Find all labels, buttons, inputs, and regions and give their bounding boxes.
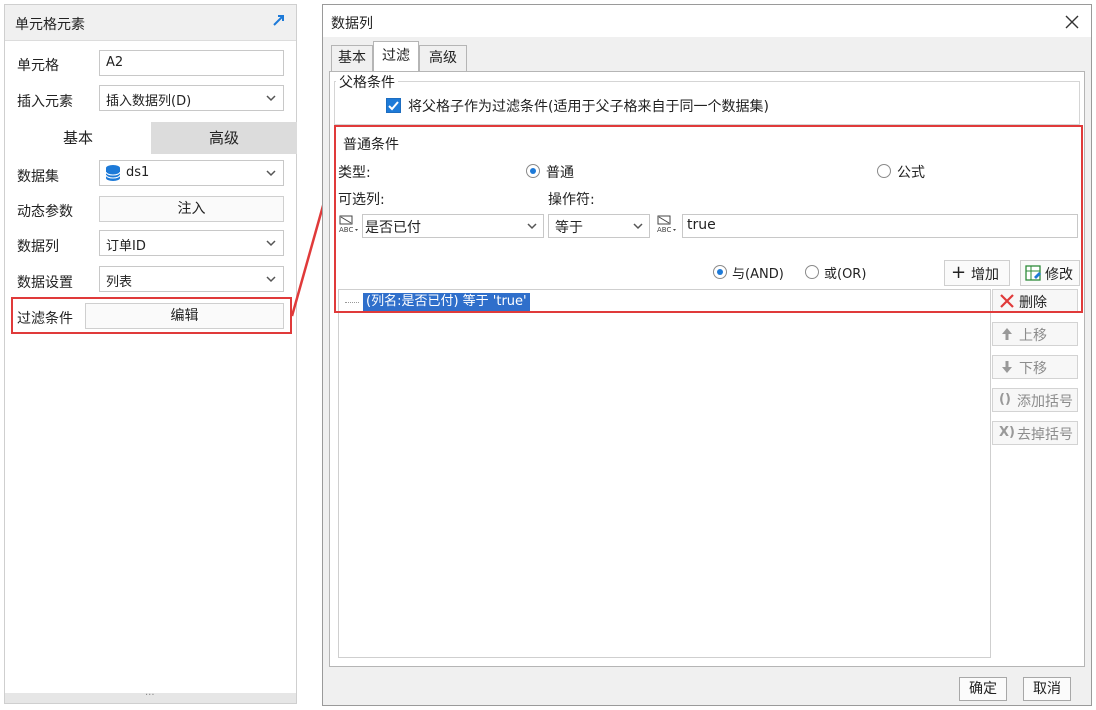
parent-condition-legend: 父格条件 xyxy=(336,72,398,92)
data-column-label: 数据列 xyxy=(17,239,59,255)
panel-tabs: 基本 高级 xyxy=(5,122,297,154)
dataset-select[interactable]: ds1 xyxy=(99,160,284,186)
tab-basic[interactable]: 基本 xyxy=(5,122,151,154)
cell-value: A2 xyxy=(106,55,124,70)
chevron-down-icon[interactable] xyxy=(260,232,282,254)
remove-bracket-icon: X) xyxy=(999,425,1015,440)
panel-header: 单元格元素 xyxy=(5,5,296,41)
insert-element-value: 插入数据列(D) xyxy=(106,94,192,109)
dialog-titlebar: 数据列 xyxy=(323,5,1091,37)
tab-advanced[interactable]: 高级 xyxy=(151,122,297,154)
cell-label: 单元格 xyxy=(17,58,59,74)
insert-element-label: 插入元素 xyxy=(17,94,73,110)
dataset-value: ds1 xyxy=(126,165,150,180)
move-down-button[interactable]: 下移 xyxy=(992,355,1078,379)
panel-title: 单元格元素 xyxy=(15,17,85,33)
chevron-down-icon[interactable] xyxy=(260,268,282,290)
add-bracket-label: 添加括号 xyxy=(1017,394,1073,410)
data-column-value: 订单ID xyxy=(106,239,146,254)
data-setting-select[interactable]: 列表 xyxy=(99,266,284,292)
insert-element-select[interactable]: 插入数据列(D) xyxy=(99,85,284,111)
parent-filter-checkbox-label: 将父格子作为过滤条件(适用于父子格来自于同一个数据集) xyxy=(408,99,769,115)
arrow-down-icon xyxy=(999,359,1015,379)
panel-resize-handle[interactable]: ··· xyxy=(5,690,296,703)
dialog-title: 数据列 xyxy=(331,16,373,32)
close-icon[interactable] xyxy=(1061,11,1083,33)
dynamic-param-label: 动态参数 xyxy=(17,204,73,220)
condition-list[interactable]: (列名:是否已付) 等于 'true' xyxy=(338,289,991,658)
database-icon xyxy=(105,164,121,186)
parent-filter-checkbox[interactable] xyxy=(386,98,401,113)
cell-input[interactable]: A2 xyxy=(99,50,284,76)
ok-button[interactable]: 确定 xyxy=(959,677,1007,701)
tab-basic[interactable]: 基本 xyxy=(331,45,373,71)
data-setting-value: 列表 xyxy=(106,275,133,290)
cancel-button[interactable]: 取消 xyxy=(1023,677,1071,701)
pin-arrow-icon[interactable] xyxy=(270,11,288,33)
cell-element-panel: 单元格元素 单元格 A2 插入元素 插入数据列(D) 基本 高级 数据集 ds1 xyxy=(4,4,297,704)
move-up-button[interactable]: 上移 xyxy=(992,322,1078,346)
highlight-box-conditions xyxy=(334,125,1083,313)
move-down-label: 下移 xyxy=(1019,361,1047,377)
bracket-icon: () xyxy=(999,392,1011,407)
chevron-down-icon[interactable] xyxy=(260,162,282,184)
move-up-label: 上移 xyxy=(1019,328,1047,344)
tab-advanced[interactable]: 高级 xyxy=(419,45,467,71)
dataset-label: 数据集 xyxy=(17,169,59,185)
remove-bracket-button[interactable]: X) 去掉括号 xyxy=(992,421,1078,445)
chevron-down-icon[interactable] xyxy=(260,87,282,109)
data-column-select[interactable]: 订单ID xyxy=(99,230,284,256)
inject-button[interactable]: 注入 xyxy=(99,196,284,222)
add-bracket-button[interactable]: () 添加括号 xyxy=(992,388,1078,412)
data-column-dialog: 数据列 基本 过滤 高级 父格条件 将父格子作为过滤条件(适用于父子格来自于同一… xyxy=(322,4,1092,706)
arrow-up-icon xyxy=(999,326,1015,346)
remove-bracket-label: 去掉括号 xyxy=(1017,427,1073,443)
data-setting-label: 数据设置 xyxy=(17,275,73,291)
tab-filter[interactable]: 过滤 xyxy=(373,41,419,72)
highlight-box-filter xyxy=(11,297,292,334)
